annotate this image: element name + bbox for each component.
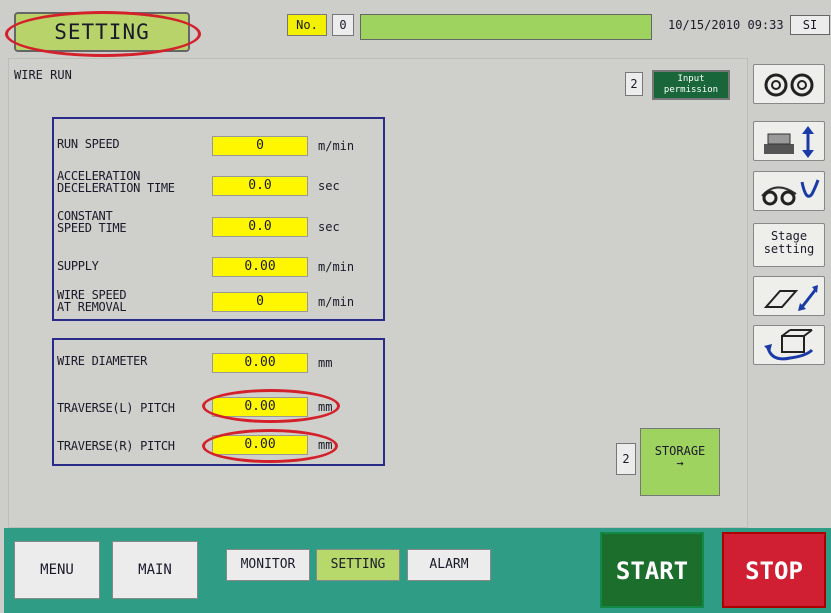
param-label: SUPPLY	[57, 259, 99, 273]
stop-button[interactable]: STOP	[722, 532, 826, 608]
rotate-block-icon	[764, 329, 814, 361]
constant-speed-time-field[interactable]: 0.0	[212, 217, 308, 237]
storage-button[interactable]: STORAGE →	[640, 428, 720, 496]
param-unit: mm	[318, 356, 333, 370]
highlight-ellipse	[5, 11, 201, 57]
tab-monitor[interactable]: MONITOR	[226, 549, 310, 581]
run-speed-field[interactable]: 0	[212, 136, 308, 156]
accel-decel-time-field[interactable]: 0.0	[212, 176, 308, 196]
param-label: TRAVERSE(R) PITCH	[57, 439, 175, 453]
reels-icon	[764, 73, 814, 97]
param-unit: m/min	[318, 139, 355, 153]
menu-button[interactable]: MENU	[14, 541, 100, 599]
storage-level: 2	[616, 443, 636, 475]
tab-setting[interactable]: SETTING	[316, 549, 400, 581]
param-label: CONSTANT SPEED TIME	[57, 209, 127, 235]
param-label: RUN SPEED	[57, 137, 120, 151]
supply-field[interactable]: 0.00	[212, 257, 308, 277]
param-unit: m/min	[318, 260, 355, 274]
param-unit: sec	[318, 220, 340, 234]
stage-setting-button[interactable]: Stage setting	[753, 223, 825, 267]
input-permission-button[interactable]: Input permission	[652, 70, 730, 100]
param-label: TRAVERSE(L) PITCH	[57, 401, 175, 415]
highlight-ellipse	[202, 389, 340, 423]
param-unit: m/min	[318, 295, 355, 309]
tilt-arrow-icon	[763, 285, 818, 311]
permission-level: 2	[625, 72, 643, 96]
no-value: 0	[332, 14, 354, 36]
highlight-ellipse	[202, 429, 338, 463]
wire-roller-button[interactable]	[753, 171, 825, 211]
tab-alarm[interactable]: ALARM	[407, 549, 491, 581]
rotate-button[interactable]	[753, 325, 825, 365]
no-label: No.	[287, 14, 327, 36]
spool-lift-icon	[764, 126, 814, 158]
start-button[interactable]: START	[600, 532, 704, 608]
reels-button[interactable]	[753, 64, 825, 104]
wire-speed-removal-field[interactable]: 0	[212, 292, 308, 312]
status-bar	[360, 14, 652, 40]
arrow-right-icon: →	[676, 456, 684, 470]
si-indicator: SI 500	[790, 15, 830, 35]
param-label: WIRE SPEED AT REMOVAL	[57, 288, 127, 314]
wire-roller-icon	[761, 179, 820, 206]
param-unit: sec	[318, 179, 340, 193]
main-button[interactable]: MAIN	[112, 541, 198, 599]
spool-lift-button[interactable]	[753, 121, 825, 161]
wire-diameter-field[interactable]: 0.00	[212, 353, 308, 373]
datetime: 10/15/2010 09:33	[668, 18, 784, 32]
param-label: ACCELERATION DECELERATION TIME	[57, 169, 175, 195]
tilt-button[interactable]	[753, 276, 825, 316]
section-title: WIRE RUN	[14, 68, 72, 82]
param-label: WIRE DIAMETER	[57, 354, 148, 368]
